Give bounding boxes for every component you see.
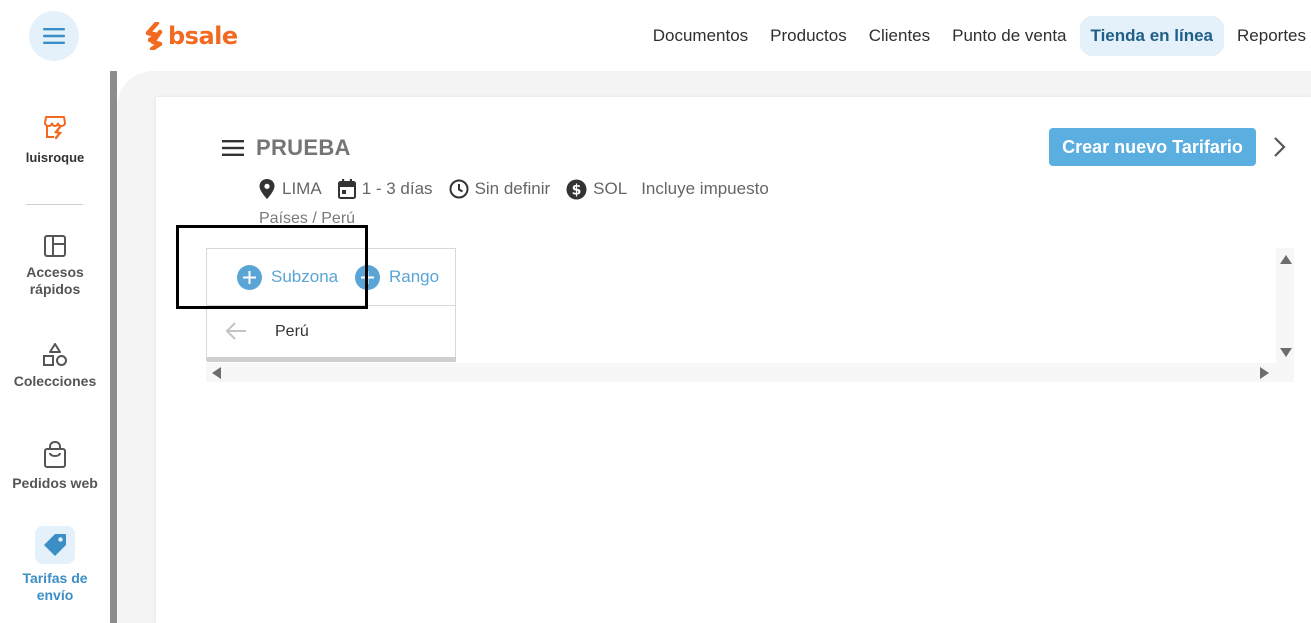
- table-row[interactable]: Perú: [207, 306, 456, 357]
- dollar-circle-icon: $: [566, 179, 587, 199]
- horizontal-scrollbar[interactable]: [206, 363, 1294, 382]
- chevron-right-icon[interactable]: [1270, 136, 1290, 158]
- brand-logo[interactable]: bsale: [145, 20, 238, 52]
- sidebar: luisroque Accesos rápidos Colecciones Pe…: [0, 71, 110, 623]
- meta-tax: Incluye impuesto: [641, 179, 769, 199]
- scroll-up-arrow-icon[interactable]: [1280, 255, 1292, 264]
- sidebar-item-label: Accesos rápidos: [26, 264, 84, 297]
- brand-name: bsale: [168, 22, 238, 50]
- bsale-logo-icon: [145, 22, 163, 50]
- row-bottom-border: [207, 357, 456, 362]
- scroll-left-arrow-icon[interactable]: [212, 367, 221, 379]
- title-row: PRUEBA: [222, 135, 351, 161]
- sidebar-item-tarifas-de-envio[interactable]: Tarifas de envío: [0, 526, 110, 604]
- location-pin-icon: [259, 179, 275, 199]
- shopping-bag-icon: [44, 441, 66, 468]
- arrow-left-icon[interactable]: [225, 321, 247, 341]
- nav-punto-de-venta[interactable]: Punto de venta: [941, 16, 1077, 56]
- tarifario-meta: LIMA 1 - 3 días Sin definir $ SOL Incluy…: [258, 176, 785, 202]
- list-menu-icon[interactable]: [222, 140, 244, 156]
- meta-delivery-text: 1 - 3 días: [361, 179, 433, 198]
- add-rango-label: Rango: [389, 267, 440, 286]
- app-root: bsale Documentos Productos Clientes Punt…: [0, 0, 1311, 623]
- nav-documentos[interactable]: Documentos: [642, 16, 759, 56]
- sidebar-user[interactable]: luisroque: [0, 113, 110, 166]
- meta-location-text: LIMA: [282, 179, 322, 198]
- shapes-icon: [43, 343, 67, 366]
- sidebar-item-label: Pedidos web: [12, 475, 98, 491]
- clock-icon: [449, 179, 469, 199]
- meta-time-text: Sin definir: [474, 179, 551, 198]
- scroll-right-arrow-icon[interactable]: [1260, 367, 1269, 379]
- hamburger-icon: [43, 28, 65, 44]
- nav-tienda-en-linea[interactable]: Tienda en línea: [1079, 16, 1225, 56]
- vertical-scrollbar[interactable]: [1276, 248, 1294, 363]
- calendar-icon: [337, 179, 356, 199]
- create-tarifario-button[interactable]: Crear nuevo Tarifario: [1049, 128, 1256, 166]
- meta-location: LIMA: [258, 179, 322, 199]
- nav-clientes[interactable]: Clientes: [858, 16, 941, 56]
- sidebar-scrollbar[interactable]: [110, 71, 117, 623]
- highlight-annotation-box: [176, 225, 368, 309]
- page-title: PRUEBA: [256, 135, 351, 160]
- meta-currency: $ SOL: [566, 179, 627, 200]
- sidebar-item-label: Tarifas de envío: [22, 570, 88, 603]
- sidebar-user-name: luisroque: [25, 150, 85, 165]
- meta-tax-text: Incluye impuesto: [641, 179, 769, 198]
- scroll-down-arrow-icon[interactable]: [1280, 348, 1292, 357]
- tag-icon: [44, 534, 66, 556]
- store-icon: [44, 116, 66, 140]
- meta-delivery: 1 - 3 días: [337, 179, 433, 199]
- sidebar-item-pedidos-web[interactable]: Pedidos web: [0, 441, 110, 492]
- sidebar-item-label: Colecciones: [13, 373, 97, 389]
- nav-reportes[interactable]: Reportes: [1226, 16, 1311, 56]
- sidebar-item-colecciones[interactable]: Colecciones: [0, 343, 110, 390]
- row-label: Perú: [275, 322, 309, 340]
- sidebar-item-accesos-rapidos[interactable]: Accesos rápidos: [0, 234, 110, 298]
- meta-currency-text: SOL: [593, 179, 628, 198]
- active-item-highlight: [35, 526, 75, 564]
- menu-toggle-button[interactable]: [29, 11, 79, 61]
- svg-text:$: $: [572, 182, 582, 198]
- layout-icon: [44, 235, 66, 257]
- top-bar: bsale Documentos Productos Clientes Punt…: [0, 0, 1311, 71]
- sidebar-divider: [26, 204, 83, 205]
- nav-productos[interactable]: Productos: [759, 16, 858, 56]
- top-navigation: Documentos Productos Clientes Punto de v…: [642, 16, 1311, 56]
- meta-time: Sin definir: [449, 179, 551, 199]
